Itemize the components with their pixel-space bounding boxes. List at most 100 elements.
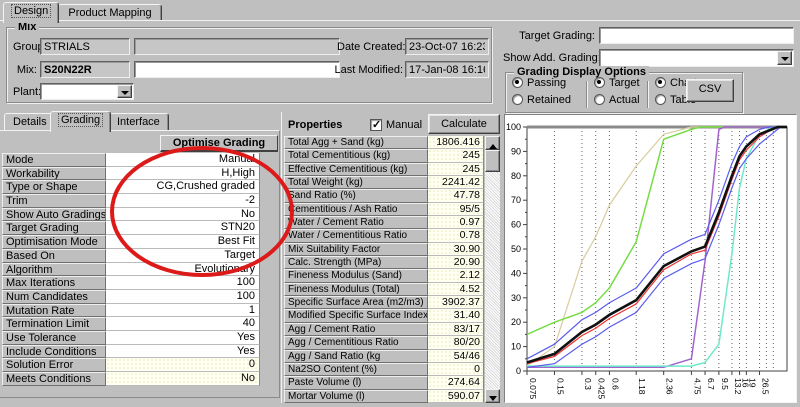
svg-text:0.3: 0.3 <box>583 378 593 390</box>
row-value[interactable]: 0 <box>428 363 484 376</box>
properties-scrollbar[interactable] <box>485 136 500 403</box>
manual-checkbox[interactable] <box>370 119 382 131</box>
row-value[interactable]: 4.52 <box>428 283 484 296</box>
row-value[interactable]: 30.90 <box>428 243 484 256</box>
calculate-button[interactable]: Calculate <box>428 114 500 134</box>
radio-passing[interactable]: Passing <box>512 77 566 89</box>
row-label: Trim <box>2 194 106 208</box>
mix-description-field[interactable] <box>134 61 340 78</box>
table-row: Paste Volume (l)274.64 <box>284 376 484 389</box>
row-value[interactable]: 80/20 <box>428 336 484 349</box>
properties-table: Total Agg + Sand (kg)1806.416Total Cemen… <box>284 136 484 403</box>
row-value[interactable]: 2.12 <box>428 269 484 282</box>
row-value[interactable]: 31.40 <box>428 309 484 322</box>
row-value[interactable]: Target <box>106 249 260 263</box>
row-value[interactable]: CG,Crushed graded <box>106 180 260 194</box>
arrow-up-icon <box>489 140 497 149</box>
row-value[interactable]: 2241.42 <box>428 176 484 189</box>
row-value[interactable]: 274.64 <box>428 376 484 389</box>
row-label: Agg / Cement Ratio <box>284 323 428 336</box>
group-description-field[interactable] <box>134 38 340 55</box>
table-row: Type or ShapeCG,Crushed graded <box>2 180 278 194</box>
row-label: Fineness Modulus (Total) <box>284 283 428 296</box>
row-value[interactable]: -2 <box>106 194 260 208</box>
row-value[interactable]: 0.78 <box>428 229 484 242</box>
scroll-up-button[interactable] <box>485 136 500 150</box>
row-value[interactable]: 47.78 <box>428 189 484 202</box>
row-label: Algorithm <box>2 263 106 277</box>
row-value[interactable]: Yes <box>106 345 260 359</box>
last-modified-label: Last Modified: <box>333 64 403 76</box>
row-label: Show Auto Gradings <box>2 208 106 222</box>
csv-button[interactable]: CSV <box>686 79 734 102</box>
row-value[interactable]: 0 <box>106 358 260 372</box>
table-row: Show Auto GradingsNo <box>2 208 278 222</box>
row-value[interactable]: 100 <box>106 276 260 290</box>
row-value[interactable]: 245 <box>428 149 484 162</box>
divider <box>586 81 588 108</box>
row-value[interactable]: 95/5 <box>428 203 484 216</box>
tab-interface[interactable]: Interface <box>108 113 169 131</box>
scroll-down-button[interactable] <box>485 389 500 403</box>
group-field[interactable] <box>40 38 130 55</box>
table-row: Sand Ratio (%)47.78 <box>284 189 484 202</box>
tab-grading-label: Grading <box>59 114 102 126</box>
row-value[interactable]: Best Fit <box>106 235 260 249</box>
row-value[interactable]: 20.90 <box>428 256 484 269</box>
row-value[interactable]: Manual <box>106 153 260 167</box>
mix-field[interactable] <box>40 61 130 78</box>
row-value[interactable]: 1806.416 <box>428 136 484 149</box>
row-value[interactable]: No <box>106 372 260 386</box>
row-label: Water / Cement Ratio <box>284 216 428 229</box>
row-value[interactable]: 40 <box>106 317 260 331</box>
row-value[interactable]: Evolutionary <box>106 263 260 277</box>
show-add-grading-dropdown-button[interactable] <box>777 51 792 65</box>
plant-combobox[interactable] <box>40 83 134 100</box>
show-add-grading-combobox[interactable] <box>599 49 794 67</box>
row-value[interactable]: 590.07 <box>428 390 484 403</box>
mix-groupbox: Mix Group: Date Created: Mix: Last Modif… <box>6 27 492 103</box>
optimise-grading-header[interactable]: Optimise Grading <box>160 135 278 152</box>
svg-text:30: 30 <box>511 293 521 303</box>
row-value[interactable]: 3902.37 <box>428 296 484 309</box>
row-value[interactable]: 54/46 <box>428 350 484 363</box>
row-label: Mutation Rate <box>2 304 106 318</box>
table-row: Optimisation ModeBest Fit <box>2 235 278 249</box>
scrollbar-thumb[interactable] <box>485 150 500 172</box>
row-value[interactable]: 245 <box>428 163 484 176</box>
row-value[interactable]: 0.97 <box>428 216 484 229</box>
svg-text:20: 20 <box>511 317 521 327</box>
table-row: Fineness Modulus (Total)4.52 <box>284 283 484 296</box>
row-label: Fineness Modulus (Sand) <box>284 269 428 282</box>
row-value[interactable]: STN20 <box>106 221 260 235</box>
table-row: Mortar Volume (l)590.07 <box>284 390 484 403</box>
plant-dropdown-button[interactable] <box>117 85 132 98</box>
tab-grading[interactable]: Grading <box>50 111 111 132</box>
table-row: Mutation Rate1 <box>2 304 278 318</box>
tab-design[interactable]: Design <box>3 2 59 23</box>
row-label: Total Weight (kg) <box>284 176 428 189</box>
target-grading-input[interactable] <box>599 27 794 44</box>
row-value[interactable]: Yes <box>106 331 260 345</box>
date-created-field[interactable] <box>405 38 489 55</box>
tab-details[interactable]: Details <box>4 113 56 131</box>
row-value[interactable]: 1 <box>106 304 260 318</box>
row-label: Cementitious / Ash Ratio <box>284 203 428 216</box>
last-modified-field[interactable] <box>405 61 489 78</box>
tab-design-label: Design <box>12 5 50 17</box>
row-value[interactable]: H,High <box>106 167 260 181</box>
row-label: Workability <box>2 167 106 181</box>
row-value[interactable]: No <box>106 208 260 222</box>
radio-retained[interactable]: Retained <box>512 94 571 106</box>
radio-target[interactable]: Target <box>594 77 640 89</box>
row-value[interactable]: 83/17 <box>428 323 484 336</box>
properties-panel: Properties Manual Calculate Total Agg + … <box>281 112 501 403</box>
optimise-grading-table: ModeManualWorkabilityH,HighType or Shape… <box>2 153 278 386</box>
row-value[interactable]: 100 <box>106 290 260 304</box>
radio-actual[interactable]: Actual <box>594 94 640 106</box>
date-created-label: Date Created: <box>337 41 403 53</box>
row-label: Total Agg + Sand (kg) <box>284 136 428 149</box>
svg-text:0.075: 0.075 <box>528 378 538 400</box>
svg-text:2.36: 2.36 <box>665 378 675 395</box>
table-row: Agg / Cement Ratio83/17 <box>284 323 484 336</box>
